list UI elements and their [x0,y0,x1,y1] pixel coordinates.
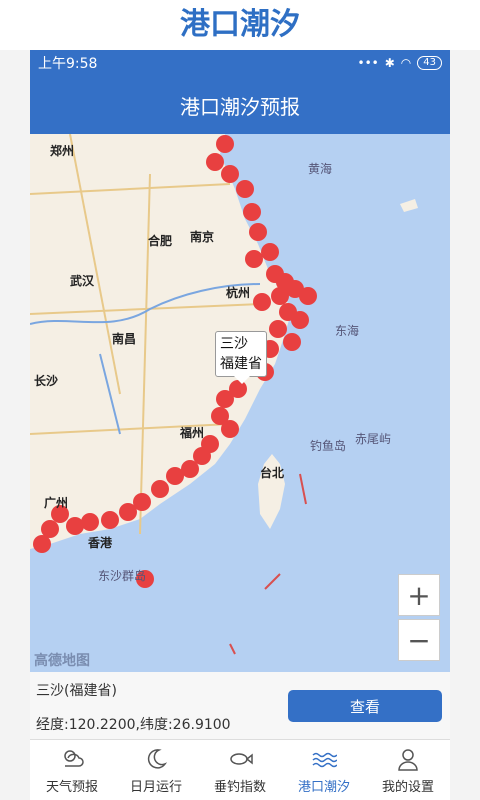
city-label: 杭州 [226,286,251,300]
tab-label: 天气预报 [45,780,98,795]
zoom-in-button[interactable]: + [398,574,440,616]
city-label: 香港 [88,536,113,550]
city-label: 台北 [260,466,285,480]
callout-line2: 福建省 [220,356,262,372]
tab-label: 港口潮汐 [297,780,350,795]
tab-label: 我的设置 [381,780,434,795]
tab-weather[interactable]: 天气预报 [30,740,114,800]
city-label: 福州 [180,426,205,440]
tab-label: 日月运行 [129,780,182,795]
fish-icon [230,753,253,765]
map-view[interactable]: 郑州 合肥 南京 武汉 杭州 南昌 长沙 福州 台北 广州 香港 东海 黄海 钓… [30,134,450,672]
sea-label: 东沙群岛 [98,569,147,583]
sea-label: 黄海 [308,162,333,176]
wifi-icon: ◠ [400,56,412,70]
tab-tide[interactable]: 港口潮汐 [282,740,366,800]
weather-icon [64,750,84,767]
city-label: 武汉 [70,274,95,288]
promo-title: 港口潮汐 [0,0,480,50]
city-label: 郑州 [50,144,75,158]
city-label: 南昌 [112,332,137,346]
sea-label: 赤尾屿 [355,432,392,446]
moon-icon [147,749,168,769]
map-canvas [30,134,418,655]
sea-label: 东海 [335,324,360,338]
callout-line1: 三沙 [220,336,248,352]
waves-icon [312,752,337,768]
signal-dots: ••• [357,56,379,70]
station-name: 三沙(福建省) [36,683,117,699]
status-bar: 上午9:58 ••• ✱ ◠ 43 [30,50,450,76]
city-label: 合肥 [148,234,173,248]
map-watermark: 高德地图 [34,653,90,669]
tab-settings[interactable]: 我的设置 [366,740,450,800]
city-label: 南京 [190,230,215,244]
city-label: 广州 [44,496,69,510]
bluetooth-icon: ✱ [384,56,395,70]
zoom-out-button[interactable]: − [398,619,440,661]
bottom-tab-bar: 天气预报 日月运行 垂钓指数 港口潮汐 我的设置 [30,739,450,800]
tab-sun-moon[interactable]: 日月运行 [114,740,198,800]
small-island [400,199,418,212]
view-button[interactable]: 查看 [288,690,442,722]
status-time: 上午9:58 [38,56,98,72]
station-callout[interactable]: 三沙 福建省 [215,331,267,384]
city-label: 长沙 [34,374,59,388]
battery-icon: 43 [417,56,442,70]
tab-label: 垂钓指数 [213,780,266,795]
tab-fishing[interactable]: 垂钓指数 [198,740,282,800]
sea-label: 钓鱼岛 [310,439,347,453]
user-icon [398,749,418,771]
station-coordinates: 经度:120.2200,纬度:26.9100 [36,717,231,733]
station-info-panel: 三沙(福建省) 经度:120.2200,纬度:26.9100 查看 [30,672,450,744]
app-title: 港口潮汐预报 [30,76,450,134]
phone-screen: 上午9:58 ••• ✱ ◠ 43 港口潮汐预报 郑州 合肥 南京 武汉 杭州 … [30,50,450,800]
